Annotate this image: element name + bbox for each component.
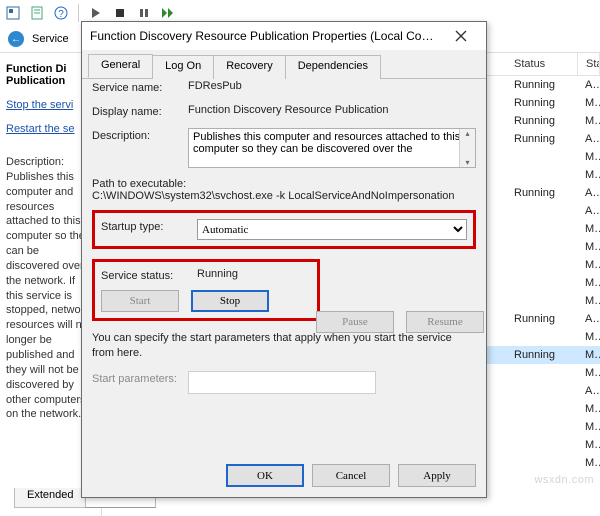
cell-startup: Manual [577,151,600,163]
cell-status: Running [506,133,577,145]
tab-dependencies[interactable]: Dependencies [285,55,381,79]
cancel-button[interactable]: Cancel [312,464,390,487]
cell-startup: Manual [577,115,600,127]
value-service-name: FDResPub [188,80,476,92]
label-display-name: Display name: [92,104,188,118]
tab-extended[interactable]: Extended [14,488,86,508]
svg-text:?: ? [58,9,64,20]
stop-icon[interactable] [111,4,129,22]
cell-startup: Manual (T [577,223,600,235]
cell-startup: Manual [577,439,600,451]
description-box[interactable]: Publishes this computer and resources at… [188,128,476,168]
play-icon[interactable] [87,4,105,22]
label-service-name: Service name: [92,80,188,94]
cell-startup: Automatic [577,205,600,217]
properties-icon[interactable] [28,4,46,22]
cell-startup: Automatic [577,133,600,145]
cell-startup: Manual (T [577,277,600,289]
col-header-startup[interactable]: Startup Ty [578,53,600,75]
tab-recovery[interactable]: Recovery [213,55,285,79]
services-header-label: Service [32,33,69,45]
console-tree-icon[interactable] [4,4,22,22]
close-icon[interactable] [443,24,478,48]
label-startup-type: Startup type: [101,219,197,233]
label-path: Path to executable: [92,178,476,190]
start-parameters-input [188,371,376,394]
dialog-title: Function Discovery Resource Publication … [90,29,443,43]
cell-startup: Manual (T [577,169,600,181]
dialog-titlebar[interactable]: Function Discovery Resource Publication … [82,22,486,50]
cell-startup: Automatic [577,385,600,397]
startup-type-select[interactable]: Automatic [197,219,467,240]
start-parameters-note: You can specify the start parameters tha… [92,331,476,361]
cell-startup: Manual (T [577,421,600,433]
pause-icon[interactable] [135,4,153,22]
cell-startup: Manual [577,241,600,253]
start-button: Start [101,290,179,312]
value-path: C:\WINDOWS\system32\svchost.exe -k Local… [92,190,476,202]
cell-status: Running [506,79,577,91]
toolbar-separator [78,4,79,22]
cell-startup: Manual [577,331,600,343]
cell-startup: Manual (T [577,367,600,379]
cell-startup: Automatic [577,187,600,199]
cell-startup: Automatic [577,313,600,325]
general-panel: Service name: FDResPub Display name: Fun… [92,80,476,453]
label-start-parameters: Start parameters: [92,371,188,385]
cell-startup: Manual (T [577,457,600,469]
label-service-status: Service status: [101,268,197,282]
pause-button: Pause [316,311,394,333]
description-scrollbar[interactable]: ▴▾ [459,129,475,167]
cell-startup: Manual (T [577,295,600,307]
cell-startup: Manual [577,349,600,361]
apply-button[interactable]: Apply [398,464,476,487]
tab-logon[interactable]: Log On [152,55,214,79]
value-service-status: Running [197,268,311,280]
cell-status: Running [506,349,577,361]
value-description: Publishes this computer and resources at… [193,131,460,155]
back-icon[interactable]: ← [8,31,24,47]
cell-status: Running [506,187,577,199]
cell-startup: Automatic [577,79,600,91]
restart-icon[interactable] [159,4,177,22]
tab-general[interactable]: General [88,54,153,78]
highlight-service-status: Service status: Running Start Stop [92,259,320,321]
cell-status: Running [506,97,577,109]
help-icon[interactable]: ? [52,4,70,22]
service-properties-dialog: Function Discovery Resource Publication … [81,21,487,498]
cell-status: Running [506,313,577,325]
resume-button: Resume [406,311,484,333]
ok-button[interactable]: OK [226,464,304,487]
value-display-name: Function Discovery Resource Publication [188,104,476,116]
col-header-status[interactable]: Status [506,53,578,75]
cell-startup: Manual [577,259,600,271]
stop-button[interactable]: Stop [191,290,269,312]
cell-startup: Manual [577,97,600,109]
highlight-startup-type: Startup type: Automatic [92,210,476,249]
cell-startup: Manual [577,403,600,415]
cell-status: Running [506,115,577,127]
label-description: Description: [92,128,188,142]
